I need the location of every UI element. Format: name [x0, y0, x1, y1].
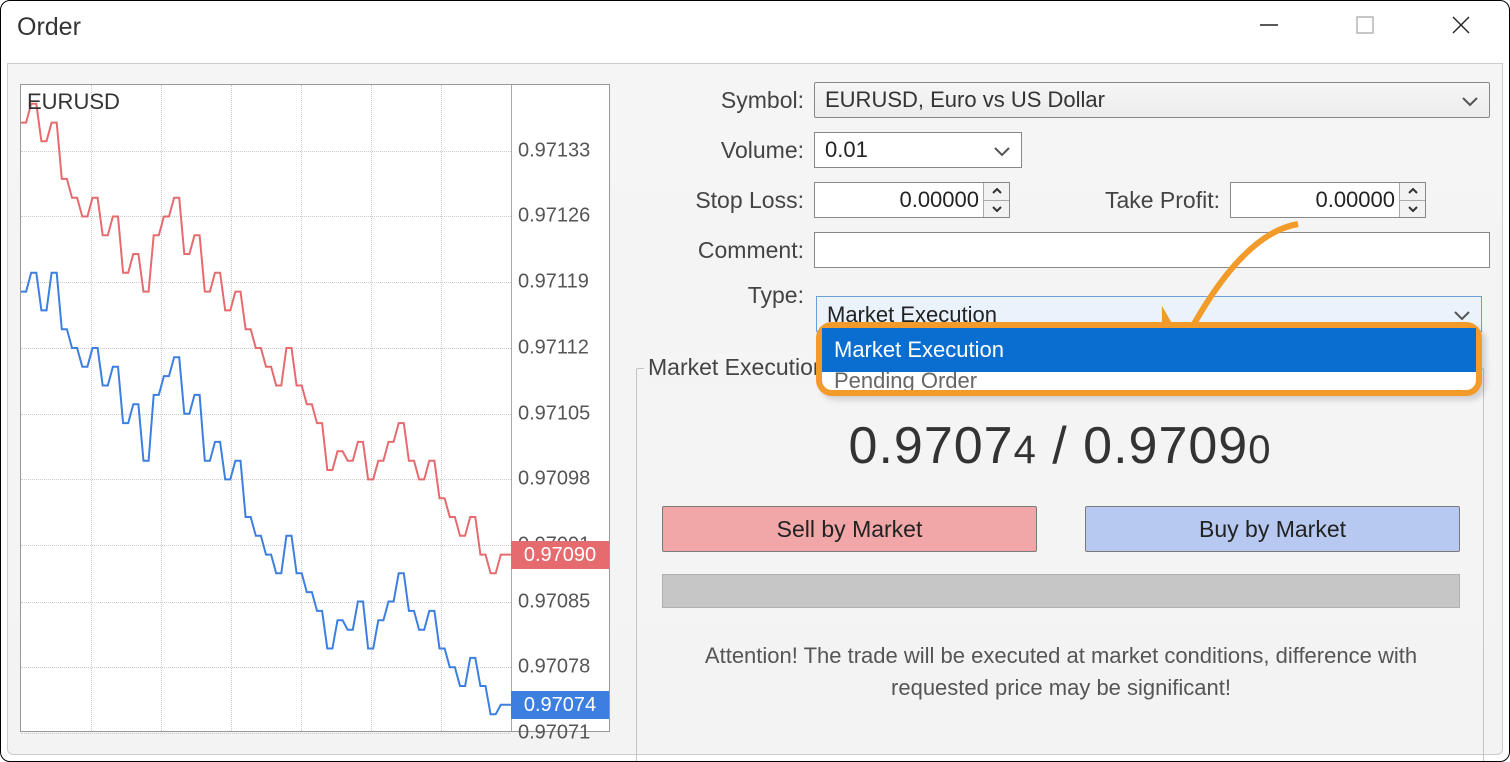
close-button[interactable] [1413, 1, 1509, 49]
spinner-down-icon[interactable] [1400, 201, 1425, 218]
spinner-down-icon[interactable] [984, 201, 1009, 218]
takeprofit-spinner[interactable] [1399, 183, 1425, 217]
ask-small: 0 [1248, 428, 1271, 472]
stoploss-spinner[interactable] [983, 183, 1009, 217]
stoploss-label: Stop Loss: [636, 187, 814, 214]
price-tick: 0.97133 [518, 139, 590, 162]
chart-plot [21, 85, 511, 731]
type-label: Type: [636, 282, 814, 309]
client-area: EURUSD 0.970710.970780.970850.970910.970… [7, 63, 1503, 755]
price-tick: 0.97098 [518, 468, 590, 491]
attention-text: Attention! The trade will be executed at… [662, 640, 1460, 704]
price-tick: 0.97071 [518, 722, 590, 745]
chart-symbol-label: EURUSD [27, 89, 120, 115]
takeprofit-input[interactable]: 0.00000 [1230, 182, 1426, 218]
maximize-button[interactable] [1317, 1, 1413, 49]
type-dropdown: Market Execution Pending Order [816, 322, 1482, 396]
chevron-down-icon [1461, 87, 1479, 113]
spinner-up-icon[interactable] [1400, 183, 1425, 201]
bid-big: 0.9707 [849, 417, 1014, 475]
price-tick: 0.97078 [518, 656, 590, 679]
execution-group-label: Market Execution [644, 354, 830, 381]
status-bar [662, 574, 1460, 608]
trade-buttons: Sell by Market Buy by Market [662, 506, 1460, 552]
chart-price-scale: 0.970710.970780.970850.970910.970980.971… [511, 85, 609, 731]
price-tick: 0.97126 [518, 205, 590, 228]
ask-price-badge: 0.97090 [511, 541, 609, 569]
symbol-select-value: EURUSD, Euro vs US Dollar [825, 87, 1105, 113]
minimize-button[interactable] [1221, 1, 1317, 49]
stoploss-input[interactable]: 0.00000 [814, 182, 1010, 218]
takeprofit-value: 0.00000 [1231, 187, 1425, 213]
window-title: Order [17, 13, 81, 42]
bid-price-badge: 0.97074 [511, 691, 609, 719]
volume-value: 0.01 [825, 137, 868, 163]
price-tick: 0.97112 [518, 336, 589, 359]
comment-input[interactable] [814, 232, 1490, 268]
type-option-market-execution[interactable]: Market Execution [822, 328, 1476, 372]
sell-by-market-button[interactable]: Sell by Market [662, 506, 1037, 552]
symbol-select[interactable]: EURUSD, Euro vs US Dollar [814, 82, 1490, 118]
chevron-down-icon [993, 137, 1011, 163]
order-window: Order EURUSD 0.97071 0.97078 0.97085 0.9709… [0, 0, 1510, 762]
stoploss-value: 0.00000 [815, 187, 1009, 213]
titlebar: Order [1, 1, 1509, 63]
volume-combo[interactable]: 0.01 [814, 132, 1022, 168]
bid-small: 4 [1014, 428, 1037, 472]
chart-panel: EURUSD 0.970710.970780.970850.970910.970… [20, 84, 610, 732]
price-quote: 0.97074 / 0.97090 [636, 416, 1484, 476]
symbol-label: Symbol: [636, 87, 814, 114]
window-controls [1221, 1, 1509, 49]
comment-label: Comment: [636, 237, 814, 264]
price-tick: 0.97105 [518, 402, 590, 425]
takeprofit-label: Take Profit: [1090, 187, 1230, 214]
spinner-up-icon[interactable] [984, 183, 1009, 201]
price-tick: 0.97085 [518, 590, 590, 613]
ask-big: 0.9709 [1083, 417, 1248, 475]
buy-by-market-button[interactable]: Buy by Market [1085, 506, 1460, 552]
volume-label: Volume: [636, 137, 814, 164]
type-option-pending-order[interactable]: Pending Order [822, 372, 1476, 390]
quote-separator: / [1037, 417, 1083, 475]
price-tick: 0.97119 [518, 271, 589, 294]
